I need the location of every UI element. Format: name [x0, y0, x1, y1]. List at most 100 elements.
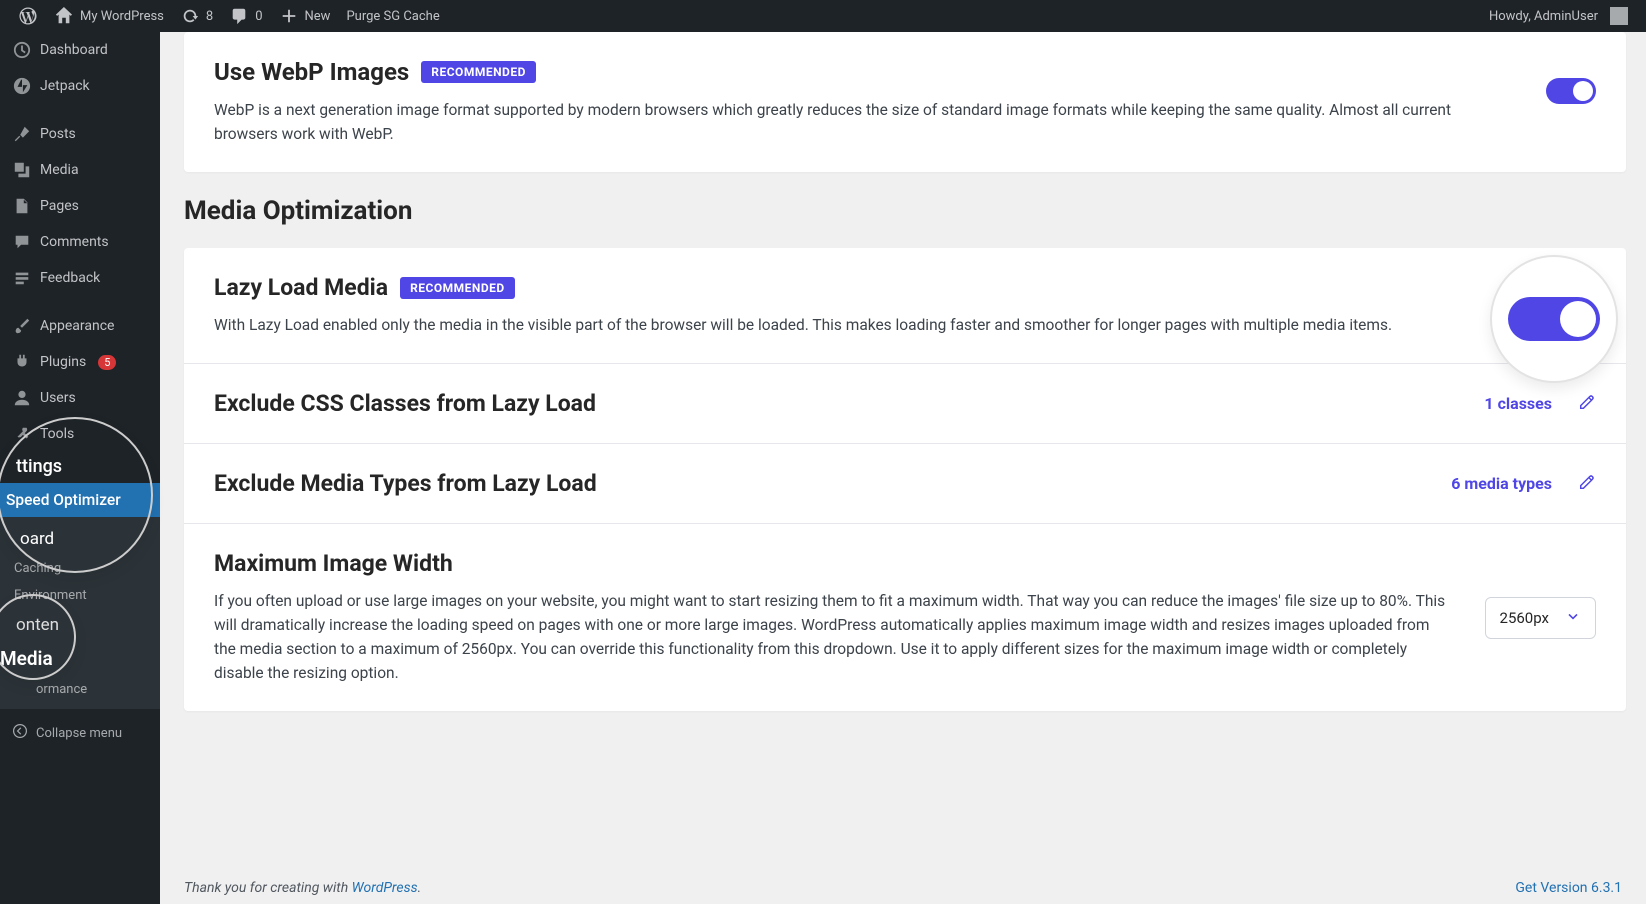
- sidebar-label: Plugins: [40, 354, 86, 370]
- users-icon: [12, 388, 32, 408]
- max-width-select[interactable]: 2560px: [1485, 597, 1596, 639]
- lazy-description: With Lazy Load enabled only the media in…: [214, 313, 1506, 337]
- sidebar-item-pages[interactable]: Pages: [0, 188, 160, 224]
- plugin-update-badge: 5: [98, 355, 116, 370]
- sidebar-item-plugins[interactable]: Plugins 5: [0, 344, 160, 380]
- sidebar-item-posts[interactable]: Posts: [0, 116, 160, 152]
- sidebar-sub-partial[interactable]: oard: [0, 523, 160, 555]
- sidebar-label: Speed Optimizer: [6, 491, 121, 509]
- sidebar-item-feedback[interactable]: Feedback: [0, 260, 160, 296]
- collapse-menu-button[interactable]: Collapse menu: [0, 715, 160, 751]
- site-name: My WordPress: [80, 9, 164, 24]
- admin-bar: My WordPress 8 0 New Purge SG Cache Howd…: [0, 0, 1646, 32]
- lazy-load-heading: Lazy Load Media RECOMMENDED: [214, 274, 1506, 301]
- sidebar-item-tools[interactable]: Tools: [0, 416, 160, 452]
- exclude-css-row: Exclude CSS Classes from Lazy Load 1 cla…: [184, 363, 1626, 443]
- update-icon: [180, 6, 200, 26]
- webp-title: Use WebP Images: [214, 58, 409, 86]
- sidebar-label: Feedback: [40, 270, 100, 286]
- sidebar-item-appearance[interactable]: Appearance: [0, 308, 160, 344]
- max-width-row: Maximum Image Width If you often upload …: [184, 523, 1626, 711]
- sidebar-label: Comments: [40, 234, 109, 250]
- max-width-value: 2560px: [1500, 609, 1549, 627]
- recommended-badge: RECOMMENDED: [421, 61, 536, 83]
- purge-label: Purge SG Cache: [346, 9, 439, 24]
- sidebar-sub-media[interactable]: Media: [0, 641, 160, 676]
- media-icon: [12, 160, 32, 180]
- recommended-badge: RECOMMENDED: [400, 277, 515, 299]
- howdy-text: Howdy, AdminUser: [1489, 9, 1598, 24]
- main-content: Use WebP Images RECOMMENDED WebP is a ne…: [160, 32, 1646, 904]
- pencil-icon: [1578, 473, 1596, 491]
- page-icon: [12, 196, 32, 216]
- webp-description: WebP is a next generation image format s…: [214, 98, 1516, 146]
- sidebar-item-media[interactable]: Media: [0, 152, 160, 188]
- new-label: New: [305, 9, 331, 24]
- admin-sidebar: Dashboard Jetpack Posts Media Pages Comm…: [0, 32, 160, 904]
- sidebar-sub-environment[interactable]: Environment: [0, 582, 160, 609]
- feedback-icon: [12, 268, 32, 288]
- pin-icon: [12, 124, 32, 144]
- brush-icon: [12, 316, 32, 336]
- home-icon: [54, 6, 74, 26]
- user-menu[interactable]: Howdy, AdminUser: [1481, 0, 1636, 32]
- purge-cache-link[interactable]: Purge SG Cache: [338, 0, 447, 32]
- sidebar-label: Users: [40, 390, 76, 406]
- footer-period: .: [418, 880, 422, 896]
- plugin-icon: [12, 352, 32, 372]
- collapse-icon: [12, 723, 28, 743]
- wordpress-icon: [18, 6, 38, 26]
- footer-thanks: Thank you for creating with: [184, 880, 352, 896]
- media-optimization-card: Lazy Load Media RECOMMENDED With Lazy Lo…: [184, 248, 1626, 711]
- exclude-media-heading: Exclude Media Types from Lazy Load: [214, 470, 1421, 497]
- sidebar-label: Media: [40, 162, 79, 178]
- updates-count: 8: [206, 9, 213, 24]
- jetpack-icon: [12, 76, 32, 96]
- webp-card: Use WebP Images RECOMMENDED WebP is a ne…: [184, 32, 1626, 172]
- sidebar-sub-partial[interactable]: onten: [0, 609, 160, 641]
- comments-count: 0: [255, 9, 262, 24]
- comment-icon: [229, 6, 249, 26]
- chevron-down-icon: [1565, 608, 1581, 628]
- edit-css-button[interactable]: [1578, 393, 1596, 415]
- max-width-heading: Maximum Image Width: [214, 550, 1455, 577]
- wordpress-link[interactable]: WordPress: [352, 880, 418, 896]
- wrench-icon: [12, 424, 32, 444]
- exclude-media-row: Exclude Media Types from Lazy Load 6 med…: [184, 443, 1626, 523]
- version-link[interactable]: Get Version 6.3.1: [1515, 880, 1622, 896]
- comments-link[interactable]: 0: [221, 0, 270, 32]
- sidebar-item-speed-optimizer[interactable]: Speed Optimizer: [0, 483, 160, 517]
- media-optimization-title: Media Optimization: [184, 196, 1626, 226]
- sidebar-sub-partial[interactable]: ormance: [0, 676, 160, 703]
- sidebar-item-jetpack[interactable]: Jetpack: [0, 68, 160, 104]
- sidebar-label: Pages: [40, 198, 79, 214]
- sidebar-partial-text: ttings: [0, 452, 160, 477]
- sidebar-label: Posts: [40, 126, 76, 142]
- exclude-css-heading: Exclude CSS Classes from Lazy Load: [214, 390, 1454, 417]
- wp-logo[interactable]: [10, 0, 46, 32]
- pencil-icon: [1578, 393, 1596, 411]
- sidebar-label: Jetpack: [40, 78, 90, 94]
- sidebar-sub-caching[interactable]: Caching: [0, 555, 160, 582]
- webp-heading: Use WebP Images RECOMMENDED: [214, 58, 1516, 86]
- sidebar-item-users[interactable]: Users: [0, 380, 160, 416]
- dashboard-icon: [12, 40, 32, 60]
- exclude-media-value[interactable]: 6 media types: [1451, 474, 1552, 493]
- sidebar-item-dashboard[interactable]: Dashboard: [0, 32, 160, 68]
- sidebar-label: Dashboard: [40, 42, 108, 58]
- webp-toggle[interactable]: [1546, 78, 1596, 104]
- lazy-load-row: Lazy Load Media RECOMMENDED With Lazy Lo…: [184, 248, 1626, 363]
- collapse-label: Collapse menu: [36, 726, 122, 741]
- plus-icon: [279, 6, 299, 26]
- sidebar-label: Tools: [40, 426, 74, 442]
- edit-media-button[interactable]: [1578, 473, 1596, 495]
- comments-icon: [12, 232, 32, 252]
- sidebar-item-comments[interactable]: Comments: [0, 224, 160, 260]
- sidebar-label: Appearance: [40, 318, 114, 334]
- lazy-title: Lazy Load Media: [214, 274, 388, 301]
- site-name-link[interactable]: My WordPress: [46, 0, 172, 32]
- user-avatar-icon: [1610, 7, 1628, 25]
- updates-link[interactable]: 8: [172, 0, 221, 32]
- new-link[interactable]: New: [271, 0, 339, 32]
- exclude-css-value[interactable]: 1 classes: [1484, 394, 1552, 413]
